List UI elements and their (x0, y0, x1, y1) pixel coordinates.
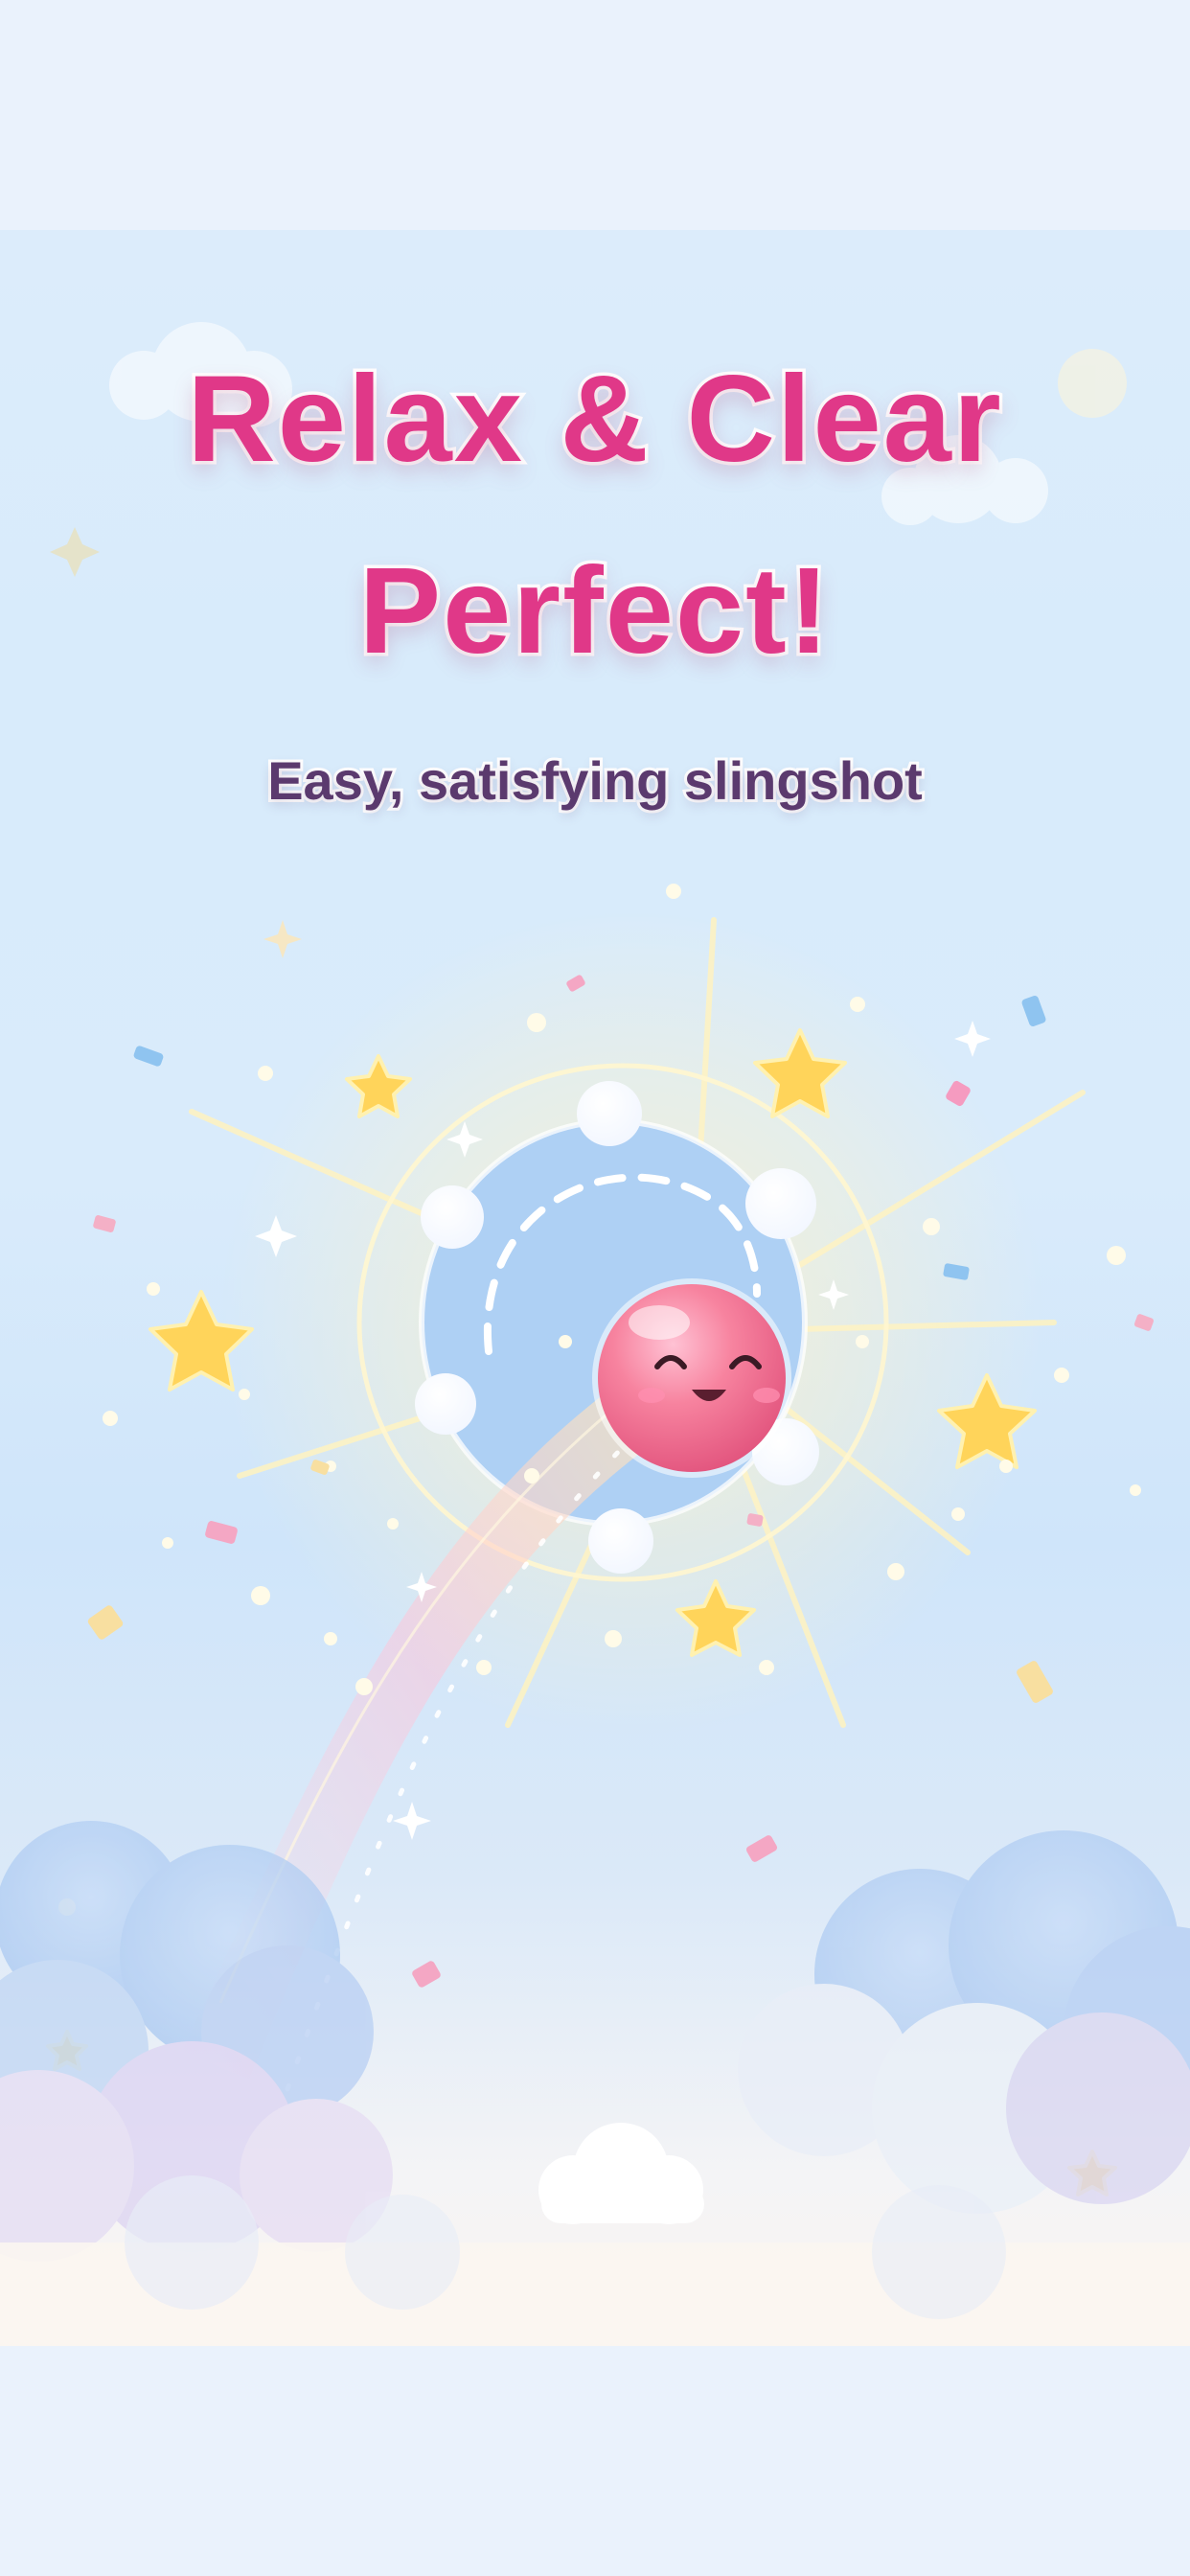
sparkle-icon (393, 1802, 431, 1840)
headline-line-1: Relax & Clear (184, 349, 1004, 490)
pink-ball-character (592, 1278, 791, 1478)
bubble (745, 1168, 816, 1239)
sparkle-icon (263, 920, 302, 958)
bubble (421, 1185, 484, 1249)
subtitle: Easy, satisfying slingshot (264, 748, 926, 814)
headline-line-2: Perfect! (355, 540, 833, 681)
lower-clouds-right (738, 1830, 1190, 2214)
bubble (577, 1081, 642, 1146)
bubble (588, 1508, 653, 1574)
top-margin-band (0, 0, 1190, 230)
bubble (415, 1373, 476, 1435)
small-cloud-center (538, 2123, 704, 2224)
bottom-margin-band (0, 2346, 1190, 2576)
sparkle-icon (954, 1021, 991, 1057)
promo-panel: Relax & Clear Perfect! Easy, satisfying … (0, 230, 1190, 2346)
